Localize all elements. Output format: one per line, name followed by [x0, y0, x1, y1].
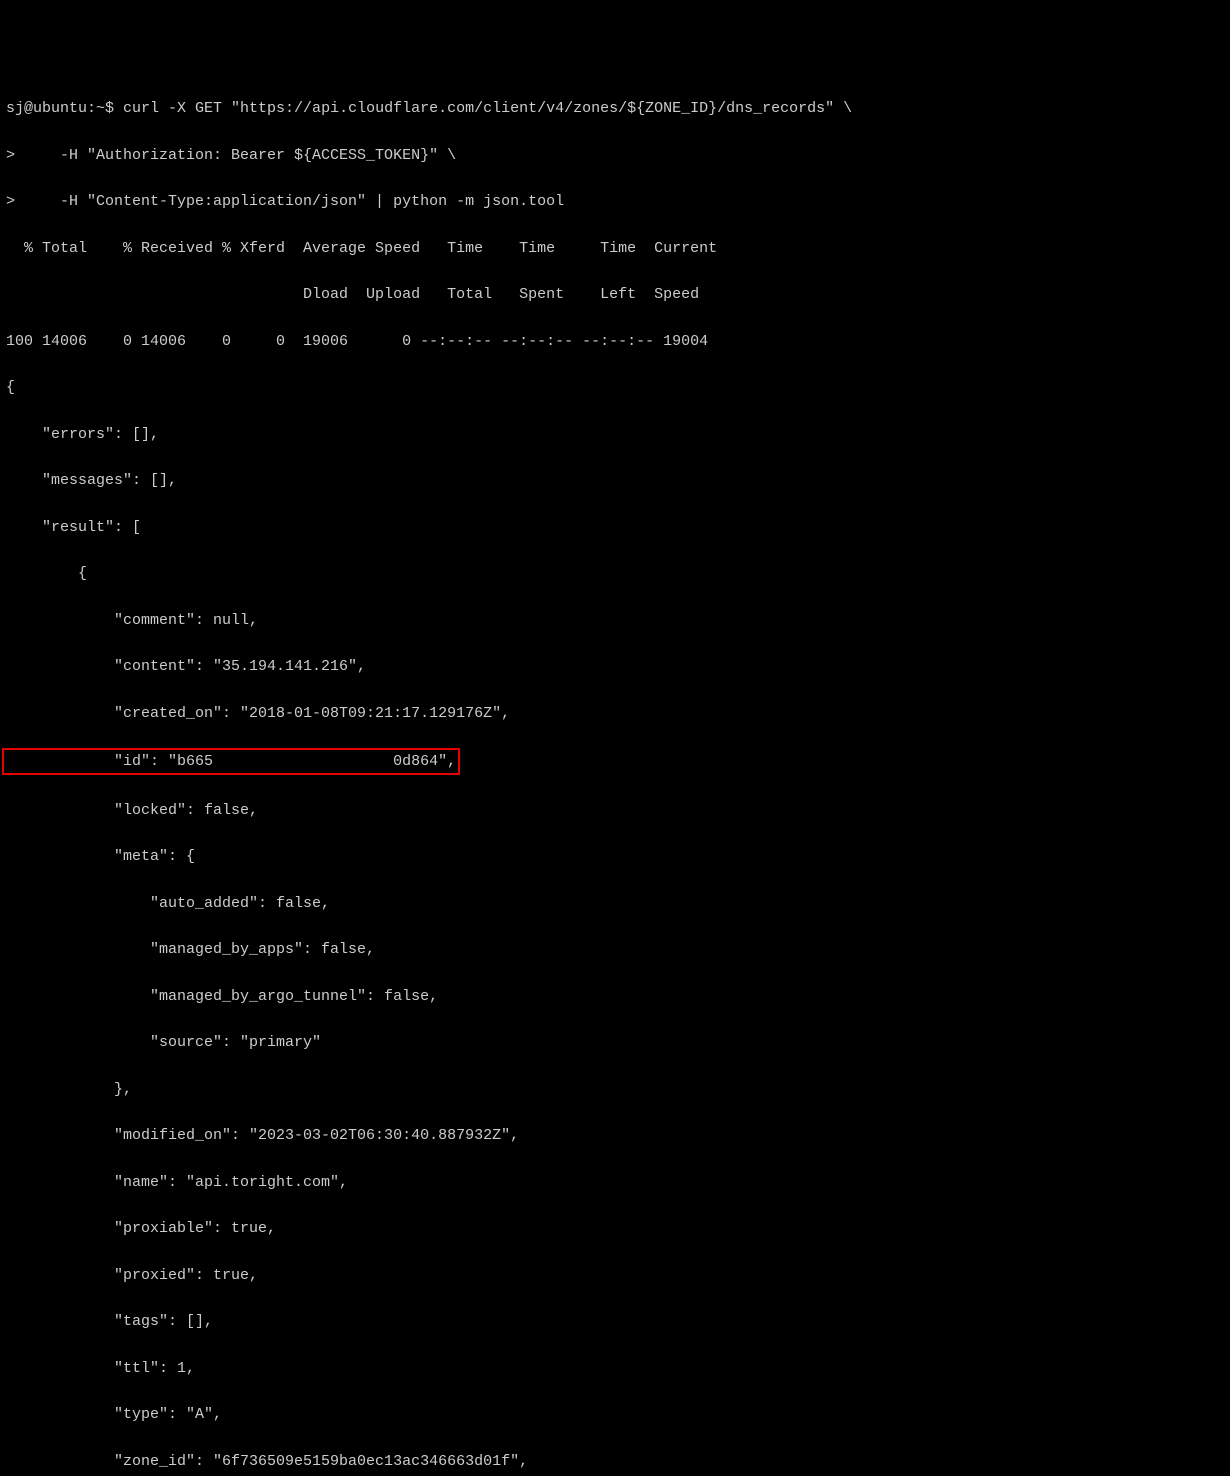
json-name: "name": "api.toright.com", — [6, 1171, 1224, 1194]
command-1: curl -X GET "https://api.cloudflare.com/… — [123, 100, 852, 117]
curl-header-1: % Total % Received % Xferd Average Speed… — [6, 237, 1224, 260]
json-errors: "errors": [], — [6, 423, 1224, 446]
json-ttl: "ttl": 1, — [6, 1357, 1224, 1380]
json-meta-open: "meta": { — [6, 845, 1224, 868]
json-open-brace: { — [6, 376, 1224, 399]
json-locked: "locked": false, — [6, 799, 1224, 822]
json-proxiable: "proxiable": true, — [6, 1217, 1224, 1240]
json-auto-added: "auto_added": false, — [6, 892, 1224, 915]
json-managed-by-argo-tunnel: "managed_by_argo_tunnel": false, — [6, 985, 1224, 1008]
terminal-line-1: sj@ubuntu:~$ curl -X GET "https://api.cl… — [6, 97, 1224, 120]
id-highlight-box: "id": "b665 0d864", — [2, 748, 460, 775]
json-meta-close: }, — [6, 1078, 1224, 1101]
curl-header-2: Dload Upload Total Spent Left Speed — [6, 283, 1224, 306]
curl-stats: 100 14006 0 14006 0 0 19006 0 --:--:-- -… — [6, 330, 1224, 353]
json-zone-id: "zone_id": "6f736509e5159ba0ec13ac346663… — [6, 1450, 1224, 1473]
json-tags: "tags": [], — [6, 1310, 1224, 1333]
json-result: "result": [ — [6, 516, 1224, 539]
json-created-on: "created_on": "2018-01-08T09:21:17.12917… — [6, 702, 1224, 725]
terminal-line-3: > -H "Content-Type:application/json" | p… — [6, 190, 1224, 213]
shell-prompt: sj@ubuntu:~$ — [6, 100, 123, 117]
json-id-highlight-row: "id": "b665 0d864", — [6, 748, 1224, 775]
json-messages: "messages": [], — [6, 469, 1224, 492]
json-item-open: { — [6, 562, 1224, 585]
json-source: "source": "primary" — [6, 1031, 1224, 1054]
json-content: "content": "35.194.141.216", — [6, 655, 1224, 678]
json-comment: "comment": null, — [6, 609, 1224, 632]
json-type: "type": "A", — [6, 1403, 1224, 1426]
json-id: "id": "b665 0d864", — [6, 753, 456, 770]
json-modified-on: "modified_on": "2023-03-02T06:30:40.8879… — [6, 1124, 1224, 1147]
terminal-line-2: > -H "Authorization: Bearer ${ACCESS_TOK… — [6, 144, 1224, 167]
json-proxied: "proxied": true, — [6, 1264, 1224, 1287]
json-managed-by-apps: "managed_by_apps": false, — [6, 938, 1224, 961]
